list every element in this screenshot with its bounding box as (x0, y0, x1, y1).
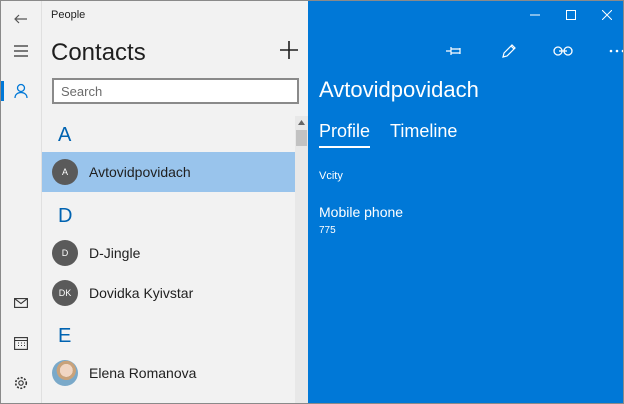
maximize-button[interactable] (553, 1, 589, 29)
group-header-e[interactable]: E (58, 325, 71, 348)
contact-name: Avtovidpovidach (89, 164, 191, 180)
calendar-icon (14, 337, 28, 350)
contact-list: A A Avtovidpovidach D D D-Jingle DK Dovi… (42, 116, 295, 403)
contact-list-scrollbar[interactable] (295, 116, 308, 403)
pin-icon (446, 47, 461, 55)
pin-button[interactable] (428, 37, 482, 65)
contact-row[interactable]: A Avtovidpovidach (42, 152, 295, 192)
contacts-pane: People Contacts A A Avtovidpovidach D D … (42, 1, 308, 403)
avatar: DK (52, 280, 78, 306)
nav-item-people[interactable] (1, 73, 41, 109)
contact-row[interactable]: DK Dovidka Kyivstar (42, 273, 295, 313)
contact-detail-pane: Avtovidpovidach Profile Timeline Vcity M… (308, 1, 623, 403)
app-title: People (51, 9, 86, 21)
search-box[interactable] (52, 78, 299, 104)
hamburger-icon (14, 45, 28, 57)
nav-item-calendar[interactable] (1, 325, 41, 361)
contact-toolbar (428, 37, 623, 65)
back-icon (14, 14, 27, 24)
person-icon (14, 83, 28, 99)
contacts-title: Contacts (51, 39, 146, 66)
nav-rail (1, 1, 42, 403)
mobile-phone-label: Mobile phone (319, 204, 404, 220)
avatar: A (52, 159, 78, 185)
contact-city: Vcity (319, 170, 343, 182)
minimize-button[interactable] (517, 1, 553, 29)
edit-button[interactable] (482, 37, 536, 65)
more-options-button[interactable] (590, 37, 623, 65)
group-header-a[interactable]: A (58, 124, 71, 147)
group-header-d[interactable]: D (58, 205, 72, 228)
settings-icon (14, 376, 28, 390)
contact-name: Elena Romanova (89, 365, 197, 381)
menu-button[interactable] (1, 33, 41, 69)
contact-name: D-Jingle (89, 245, 141, 261)
back-button[interactable] (1, 1, 41, 37)
contact-heading: Avtovidpovidach (319, 77, 479, 102)
nav-item-mail[interactable] (1, 285, 41, 321)
plus-icon (280, 41, 298, 59)
contact-name: Dovidka Kyivstar (89, 285, 194, 301)
contact-row[interactable]: Elena Romanova (42, 353, 295, 393)
avatar-photo (52, 360, 78, 386)
close-button[interactable] (589, 1, 623, 29)
people-app-window: People Contacts A A Avtovidpovidach D D … (0, 0, 624, 404)
link-button[interactable] (536, 37, 590, 65)
tab-profile[interactable]: Profile (319, 121, 371, 148)
scroll-up-button[interactable] (295, 116, 308, 128)
tab-timeline[interactable]: Timeline (390, 121, 457, 148)
mobile-phone-value[interactable]: 775 (319, 225, 336, 236)
more-icon (609, 49, 623, 53)
mail-icon (14, 298, 28, 308)
maximize-icon (566, 10, 576, 20)
add-contact-button[interactable] (274, 35, 304, 65)
nav-item-settings[interactable] (1, 365, 41, 401)
close-icon (602, 10, 612, 20)
search-input[interactable] (54, 80, 297, 102)
scroll-thumb[interactable] (296, 130, 307, 146)
pencil-icon (502, 44, 516, 58)
minimize-icon (530, 14, 540, 16)
link-icon (553, 46, 573, 56)
window-controls (517, 1, 623, 29)
contact-row[interactable]: D D-Jingle (42, 233, 295, 273)
caret-up-icon (298, 119, 305, 125)
avatar: D (52, 240, 78, 266)
detail-tabs: Profile Timeline (319, 121, 477, 148)
